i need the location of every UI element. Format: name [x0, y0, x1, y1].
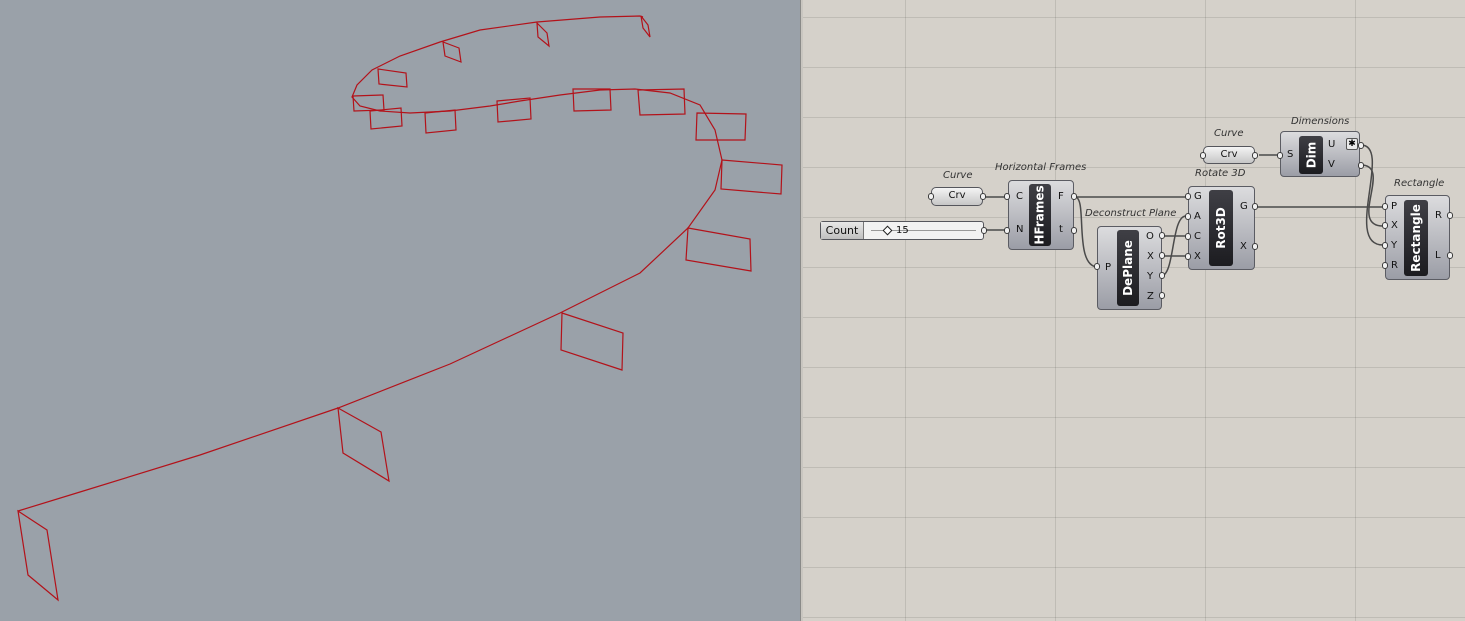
- frame-7: [637, 88, 686, 116]
- rectangle-grip-r-out[interactable]: [1447, 212, 1453, 219]
- label-rotate-3d: Rotate 3D: [1195, 168, 1246, 179]
- rectangle-input-y: Y: [1391, 240, 1398, 251]
- count-slider[interactable]: Count 15: [820, 221, 984, 240]
- slider-knob[interactable]: [882, 225, 893, 236]
- frame-2: [337, 406, 390, 483]
- rot3d-grip-c[interactable]: [1185, 233, 1191, 240]
- hframes-input-c: C: [1016, 191, 1023, 202]
- rectangle-component[interactable]: P X Y R Rectangle R L: [1385, 195, 1450, 280]
- rot3d-grip-g-in[interactable]: [1185, 193, 1191, 200]
- rectangle-input-x: X: [1391, 220, 1398, 231]
- hframes-component[interactable]: C N HFrames F t: [1008, 180, 1074, 250]
- rot3d-grip-x-in[interactable]: [1185, 253, 1191, 260]
- dim-grip-v[interactable]: [1358, 162, 1364, 169]
- dim-grip-s[interactable]: [1277, 152, 1283, 159]
- hframes-grip-c[interactable]: [1004, 193, 1010, 200]
- rhino-viewport[interactable]: [0, 0, 800, 621]
- hframes-nickname: HFrames: [1029, 184, 1051, 246]
- hframes-output-t: t: [1059, 224, 1063, 235]
- rectangle-grip-p[interactable]: [1382, 203, 1388, 210]
- dim-component[interactable]: S Dim U V ✱: [1280, 131, 1360, 177]
- frame-16: [640, 15, 651, 38]
- slider-name: Count: [821, 222, 864, 239]
- curve-param-2-label: Crv: [1220, 149, 1238, 160]
- wires: [957, 144, 1384, 277]
- wire-dim-u-to-rect-y: [1360, 144, 1384, 246]
- spiral-curve: [17, 15, 723, 512]
- dim-grip-u[interactable]: [1358, 142, 1364, 149]
- curve-param-1[interactable]: Crv: [931, 187, 983, 206]
- frame-13: [377, 68, 408, 88]
- deplane-grip-z[interactable]: [1159, 292, 1165, 299]
- frame-4: [685, 227, 752, 272]
- wire-deplane-y-to-rot3d-a: [1160, 215, 1187, 277]
- rot3d-nickname: Rot3D: [1209, 190, 1233, 266]
- frame-14: [442, 41, 462, 63]
- rot3d-input-x: X: [1194, 251, 1201, 262]
- deplane-grip-o[interactable]: [1159, 232, 1165, 239]
- dim-output-v: V: [1328, 159, 1335, 170]
- curve-param-2[interactable]: Crv: [1203, 146, 1255, 164]
- label-curve-1: Curve: [943, 170, 973, 181]
- rectangle-output-l: L: [1435, 250, 1441, 261]
- hframes-input-n: N: [1016, 224, 1024, 235]
- curve-param-1-input-grip[interactable]: [928, 193, 934, 200]
- rectangle-grip-l-out[interactable]: [1447, 252, 1453, 259]
- rot3d-grip-a[interactable]: [1185, 213, 1191, 220]
- label-dimensions: Dimensions: [1291, 116, 1350, 127]
- rectangle-input-r: R: [1391, 260, 1398, 271]
- label-horizontal-frames: Horizontal Frames: [995, 162, 1087, 173]
- curve-param-2-input-grip[interactable]: [1200, 152, 1206, 159]
- deplane-component[interactable]: P DePlane O X Y Z: [1097, 226, 1162, 310]
- deplane-grip-x[interactable]: [1159, 252, 1165, 259]
- hframes-output-f: F: [1058, 191, 1064, 202]
- dim-output-u: U: [1328, 139, 1336, 150]
- deplane-output-o: O: [1146, 231, 1154, 242]
- rot3d-output-x: X: [1240, 241, 1247, 252]
- viewport-geometry: [17, 15, 783, 602]
- deplane-grip-y[interactable]: [1159, 272, 1165, 279]
- rot3d-component[interactable]: G A C X Rot3D G X: [1188, 186, 1255, 270]
- rot3d-grip-g-out[interactable]: [1252, 203, 1258, 210]
- rot3d-input-c: C: [1194, 231, 1201, 242]
- frame-1: [17, 509, 59, 602]
- frame-5: [720, 159, 783, 195]
- rectangle-grip-x[interactable]: [1382, 222, 1388, 229]
- frame-6: [695, 112, 747, 141]
- curve-param-1-output-grip[interactable]: [980, 193, 986, 200]
- rectangle-nickname: Rectangle: [1404, 200, 1428, 276]
- rot3d-output-g: G: [1240, 201, 1248, 212]
- rectangle-grip-y[interactable]: [1382, 242, 1388, 249]
- hframes-grip-n[interactable]: [1004, 227, 1010, 234]
- gear-icon[interactable]: ✱: [1346, 138, 1358, 150]
- label-deconstruct-plane: Deconstruct Plane: [1085, 208, 1177, 219]
- slider-value: 15: [896, 225, 909, 236]
- rot3d-input-g: G: [1194, 191, 1202, 202]
- deplane-grip-p[interactable]: [1094, 263, 1100, 270]
- hframes-grip-f[interactable]: [1071, 193, 1077, 200]
- rot3d-grip-x-out[interactable]: [1252, 243, 1258, 250]
- slider-output-grip[interactable]: [981, 227, 987, 234]
- frame-3: [560, 312, 624, 371]
- rectangle-input-p: P: [1391, 201, 1398, 212]
- deplane-nickname: DePlane: [1117, 230, 1139, 306]
- grasshopper-canvas[interactable]: Curve Horizontal Frames Curve Dimensions…: [803, 0, 1465, 621]
- dim-input-s: S: [1287, 149, 1294, 160]
- label-curve-2: Curve: [1214, 128, 1244, 139]
- rectangle-grip-r-in[interactable]: [1382, 262, 1388, 269]
- frame-10: [424, 109, 457, 134]
- deplane-output-y: Y: [1147, 271, 1154, 282]
- rot3d-input-a: A: [1194, 211, 1201, 222]
- frame-15: [536, 21, 550, 48]
- deplane-output-z: Z: [1147, 291, 1154, 302]
- curve-param-2-output-grip[interactable]: [1252, 152, 1258, 159]
- curve-param-1-label: Crv: [948, 190, 966, 201]
- hframes-grip-t[interactable]: [1071, 227, 1077, 234]
- dim-nickname: Dim: [1299, 136, 1323, 174]
- rectangle-output-r: R: [1435, 210, 1442, 221]
- deplane-output-x: X: [1147, 251, 1154, 262]
- label-rectangle: Rectangle: [1394, 178, 1445, 189]
- deplane-input-p: P: [1105, 262, 1112, 273]
